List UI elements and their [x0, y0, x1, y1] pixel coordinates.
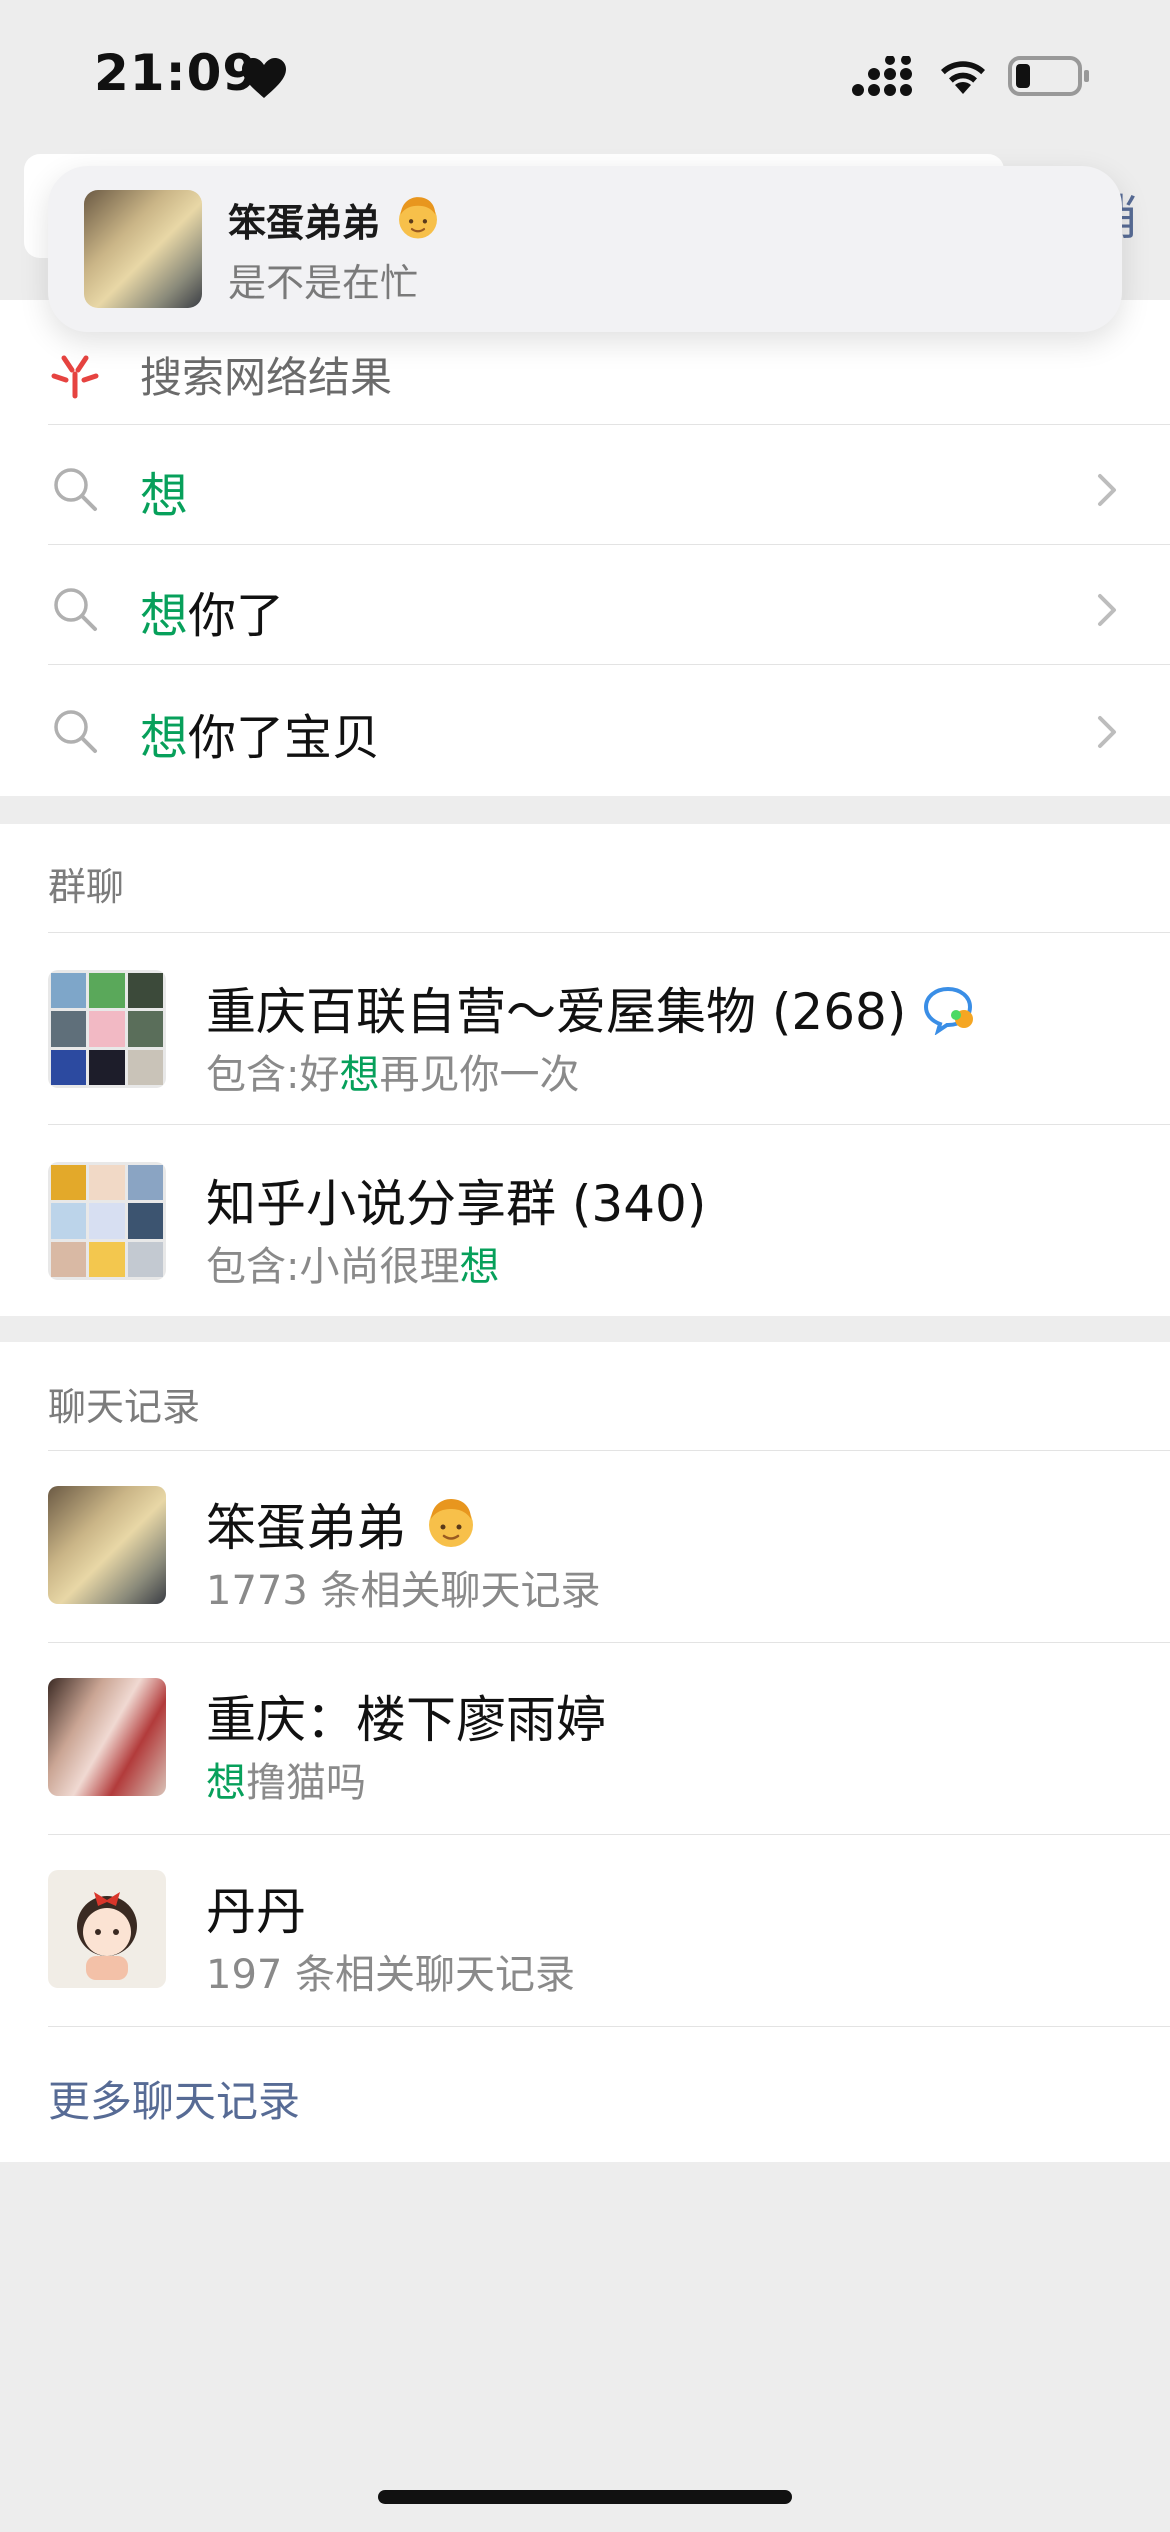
- keyword-highlight: 想: [339, 1052, 380, 1098]
- group-chat-title: 重庆百联自营～爱屋集物 (268): [206, 972, 978, 1044]
- web-search-section: 搜索网络结果 想 想你了 想你了宝贝: [0, 300, 1170, 796]
- chat-record-item[interactable]: 笨蛋弟弟 1773 条相关聊天记录: [0, 1450, 1170, 1642]
- search-suggestion-3[interactable]: 想你了宝贝: [0, 668, 1170, 788]
- group-chat-title: 知乎小说分享群 (340): [206, 1175, 707, 1233]
- divider: [48, 932, 1170, 933]
- keyword-highlight: 想: [459, 1244, 500, 1290]
- suggestion-label: 想: [140, 456, 188, 526]
- match-suffix: 再见你一次: [379, 1052, 580, 1098]
- keyword-highlight: 想: [140, 468, 189, 524]
- notification-sender: 笨蛋弟弟: [228, 192, 443, 247]
- match-prefix: 包含:小尚很理: [206, 1244, 460, 1290]
- search-icon: [54, 710, 97, 753]
- group-chats-section: 群聊 重庆百联自营～爱屋集物 (268) 包含:好想再见你一次 知乎小说分享群 …: [0, 824, 1170, 1316]
- cartoon-girl-icon: [77, 1892, 137, 1980]
- chat-record-title: 重庆：楼下廖雨婷: [206, 1691, 606, 1749]
- chat-records-section: 聊天记录 笨蛋弟弟 1773 条相关聊天记录 重庆：楼下廖雨婷 想撸猫吗 丹丹 …: [0, 1342, 1170, 2162]
- divider: [48, 2026, 1170, 2027]
- boy-emoji-icon: [399, 197, 438, 239]
- search-suggestion-2[interactable]: 想你了: [0, 546, 1170, 666]
- match-prefix: 包含:好: [206, 1052, 340, 1098]
- notification-message: 是不是在忙: [228, 261, 419, 305]
- status-bar: 21:09: [0, 0, 1170, 150]
- suggestion-text: 你了宝贝: [188, 710, 381, 766]
- heart-icon: [242, 58, 286, 98]
- chevron-right-icon: [1098, 474, 1116, 506]
- group-chat-item[interactable]: 重庆百联自营～爱屋集物 (268) 包含:好想再见你一次: [0, 934, 1170, 1126]
- match-prefix: 1773 条相关聊天记录: [206, 1568, 601, 1614]
- chat-record-item[interactable]: 丹丹 197 条相关聊天记录: [0, 1834, 1170, 2026]
- boy-emoji-icon: [428, 1499, 473, 1547]
- divider: [48, 544, 1170, 545]
- battery-low-icon: [1008, 56, 1089, 96]
- keyword-highlight: 想: [140, 588, 189, 644]
- suggestion-label: 想你了: [140, 576, 284, 646]
- group-avatar: [48, 970, 166, 1088]
- search-web-label: 搜索网络结果: [140, 353, 393, 402]
- cellular-signal-icon: [852, 56, 912, 96]
- group-chat-match: 包含:小尚很理想: [206, 1234, 499, 1292]
- avatar: [48, 1870, 166, 1988]
- notification-avatar: [84, 190, 202, 308]
- chevron-right-icon: [1098, 594, 1116, 626]
- section-header-chat-records: 聊天记录: [48, 1385, 201, 1429]
- group-avatar: [48, 1162, 166, 1280]
- divider: [48, 424, 1170, 425]
- contact-name: 笨蛋弟弟: [206, 1499, 406, 1557]
- search-icon: [54, 468, 97, 511]
- home-indicator[interactable]: [378, 2490, 792, 2504]
- more-chat-records-link[interactable]: 更多聊天记录: [48, 2068, 300, 2129]
- suggestion-text: 你了: [188, 588, 285, 644]
- divider: [48, 1124, 1170, 1125]
- search-icon: [54, 588, 97, 631]
- chat-record-title: 笨蛋弟弟: [206, 1488, 480, 1560]
- chat-record-summary: 1773 条相关聊天记录: [206, 1558, 601, 1616]
- section-header-group-chats: 群聊: [48, 865, 125, 909]
- wifi-icon: [941, 61, 985, 94]
- chat-record-item[interactable]: 重庆：楼下廖雨婷 想撸猫吗: [0, 1642, 1170, 1834]
- chevron-right-icon: [1098, 716, 1116, 748]
- group-chat-name: 重庆百联自营～爱屋集物 (268): [206, 983, 907, 1041]
- group-chat-item[interactable]: 知乎小说分享群 (340) 包含:小尚很理想: [0, 1126, 1170, 1318]
- notification-banner[interactable]: 笨蛋弟弟 是不是在忙: [48, 166, 1122, 332]
- avatar: [48, 1678, 166, 1796]
- keyword-highlight: 想: [206, 1760, 246, 1806]
- chat-bubble-icon: [924, 986, 974, 1035]
- weixin-search-icon: [51, 355, 99, 399]
- match-prefix: 197 条相关聊天记录: [206, 1952, 576, 1998]
- chat-record-title: 丹丹: [206, 1883, 306, 1941]
- group-chat-match: 包含:好想再见你一次: [206, 1042, 579, 1100]
- match-suffix: 撸猫吗: [246, 1760, 366, 1806]
- suggestion-label: 想你了宝贝: [140, 698, 380, 768]
- divider: [48, 664, 1170, 665]
- search-suggestion-1[interactable]: 想: [0, 426, 1170, 546]
- status-time: 21:09: [94, 44, 259, 102]
- chat-record-summary: 想撸猫吗: [206, 1750, 366, 1808]
- chat-record-summary: 197 条相关聊天记录: [206, 1942, 575, 2000]
- keyword-highlight: 想: [140, 710, 189, 766]
- avatar: [48, 1486, 166, 1604]
- sender-name: 笨蛋弟弟: [228, 201, 381, 245]
